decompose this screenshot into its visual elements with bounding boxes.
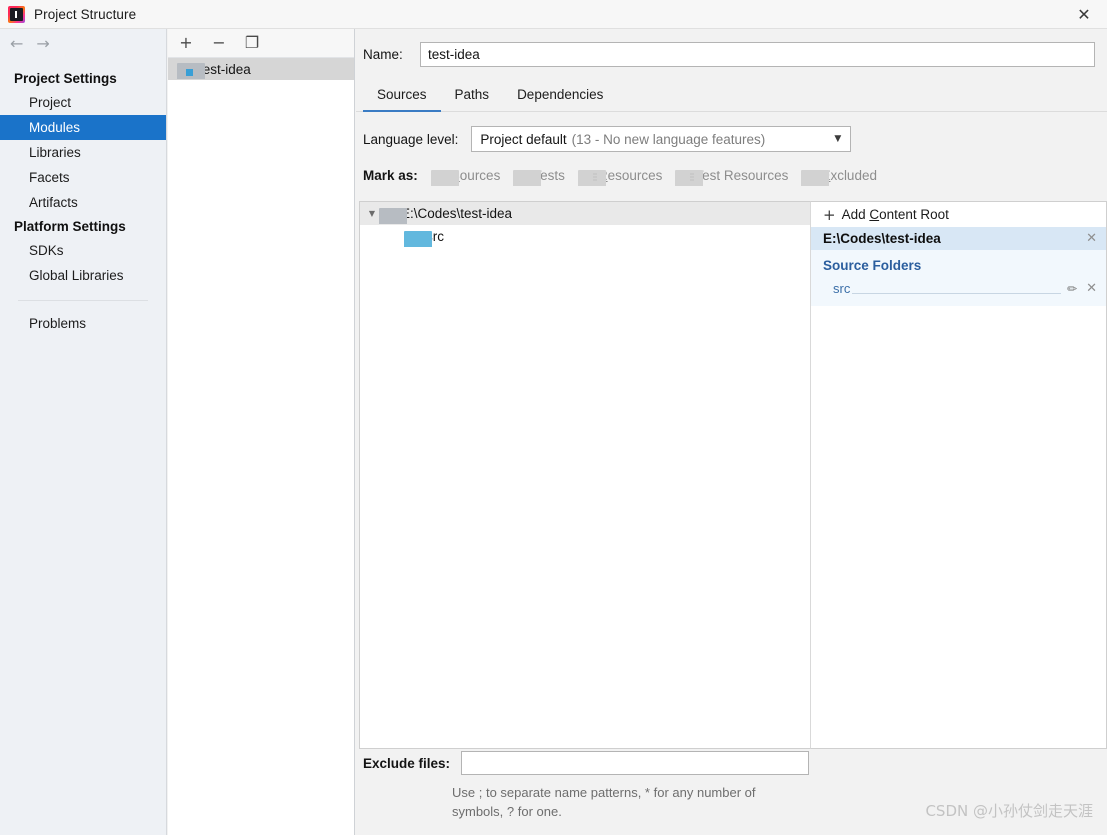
content-root-path: E:\Codes\test-idea — [823, 231, 941, 246]
sidebar-item-problems[interactable]: Problems — [0, 311, 166, 336]
name-label: Name: — [363, 47, 403, 62]
sidebar-item-artifacts[interactable]: Artifacts — [0, 190, 166, 215]
title-bar: Project Structure ✕ — [0, 0, 1107, 29]
sidebar-item-libraries[interactable]: Libraries — [0, 140, 166, 165]
forward-arrow-icon[interactable]: → — [36, 35, 49, 52]
folder-blue-icon — [404, 230, 432, 247]
mark-as-test-resources-label: est Resources — [702, 168, 789, 183]
intellij-idea-logo-icon — [8, 5, 25, 23]
mark-as-test-resources-button[interactable]: Test Resources — [675, 168, 789, 186]
window-title: Project Structure — [34, 6, 137, 22]
language-level-label: Language level: — [363, 131, 459, 147]
sidebar-item-global-libraries[interactable]: Global Libraries — [0, 263, 166, 288]
exclude-files-hint: Use ; to separate name patterns, * for a… — [452, 785, 756, 819]
sidebar-group-project-settings: Project Settings — [14, 71, 117, 86]
sidebar-divider — [18, 300, 148, 301]
tab-dependencies[interactable]: Dependencies — [503, 81, 617, 112]
remove-module-icon[interactable]: − — [211, 35, 227, 51]
language-level-select[interactable]: Project default (13 - No new language fe… — [471, 126, 852, 152]
chevron-down-icon: ▼ — [834, 134, 842, 144]
tree-root-label: E:\Codes\test-idea — [401, 206, 513, 221]
source-folder-name: src — [833, 281, 851, 296]
mark-as-label: Mark as: — [363, 168, 418, 183]
tab-paths[interactable]: Paths — [441, 81, 504, 112]
sources-split: ▼ E:\Codes\test-idea src + Add Content R… — [359, 201, 1107, 749]
module-list-item[interactable]: test-idea — [168, 58, 354, 80]
mark-as-excluded-label: xcluded — [830, 168, 877, 183]
module-name-input[interactable] — [420, 42, 1095, 67]
module-list-item-label: test-idea — [199, 61, 251, 77]
settings-sidebar: ← → Project Settings Project Modules Lib… — [0, 29, 167, 835]
folder-test-resources-icon — [675, 169, 704, 186]
mark-as-resources-button[interactable]: Resources — [577, 168, 663, 186]
content-root-row[interactable]: E:\Codes\test-idea ✕ — [811, 227, 1106, 250]
remove-content-root-icon[interactable]: ✕ — [1086, 231, 1097, 246]
exclude-files-row: Exclude files: — [359, 751, 1107, 775]
project-structure-dialog: Project Structure ✕ ← → Project Settings… — [0, 0, 1107, 835]
add-content-root-mnemonic: C — [869, 207, 880, 222]
mark-as-tests-label: ests — [540, 168, 565, 183]
module-icon — [177, 63, 205, 79]
plus-icon: + — [823, 205, 836, 224]
mark-as-tests-button[interactable]: Tests — [513, 168, 565, 186]
mark-as-sources-label: ources — [459, 168, 501, 183]
folder-gray-icon — [379, 207, 407, 224]
add-content-root-label-after: ontent Root — [879, 207, 949, 222]
mark-as-row: Mark as: Sources Tests Resources Test Re… — [356, 152, 1107, 196]
folder-resources-icon — [577, 169, 606, 186]
mark-as-sources-button[interactable]: Sources — [430, 168, 501, 186]
exclude-files-label: Exclude files: — [363, 755, 451, 771]
detail-tabs: Sources Paths Dependencies — [356, 67, 1107, 112]
navigation-arrows: ← → — [0, 29, 166, 58]
close-icon[interactable]: ✕ — [1061, 0, 1107, 29]
module-list-panel: + − ❐ test-idea — [168, 29, 355, 835]
sidebar-item-modules[interactable]: Modules — [0, 115, 166, 140]
watermark: CSDN @小孙仗剑走天涯 — [925, 802, 1093, 820]
source-folder-leader — [852, 293, 1062, 294]
source-folder-row[interactable]: src ✏ ✕ — [811, 278, 1106, 299]
exclude-files-input[interactable] — [461, 751, 810, 775]
remove-source-folder-icon[interactable]: ✕ — [1086, 281, 1097, 296]
folder-tests-icon — [513, 169, 542, 186]
chevron-down-icon[interactable]: ▼ — [365, 209, 379, 218]
source-folders-block: Source Folders src ✏ ✕ — [811, 250, 1106, 306]
mark-as-excluded-button[interactable]: Excluded — [801, 168, 877, 186]
name-row: Name: — [356, 29, 1107, 67]
content-root-tree: ▼ E:\Codes\test-idea src — [359, 201, 810, 749]
sidebar-group-platform-settings: Platform Settings — [14, 219, 126, 234]
add-module-icon[interactable]: + — [178, 35, 194, 51]
mark-as-resources-label: esources — [607, 168, 663, 183]
add-content-root-label-before: Add — [841, 207, 870, 222]
content-roots-panel: + Add Content Root E:\Codes\test-idea ✕ … — [810, 201, 1107, 749]
module-toolbar: + − ❐ — [168, 29, 354, 58]
language-level-value: Project default — [480, 131, 567, 147]
source-folders-title: Source Folders — [823, 258, 922, 273]
copy-module-icon[interactable]: ❐ — [244, 35, 260, 51]
edit-pencil-icon[interactable]: ✏ — [1067, 282, 1077, 296]
folder-excluded-icon — [801, 169, 830, 186]
module-detail-panel: Name: Sources Paths Dependencies Languag… — [356, 29, 1107, 835]
tree-row[interactable]: ▼ E:\Codes\test-idea — [360, 202, 810, 225]
sidebar-item-facets[interactable]: Facets — [0, 165, 166, 190]
add-content-root-button[interactable]: + Add Content Root — [811, 202, 1106, 227]
sidebar-list: Project Settings Project Modules Librari… — [0, 67, 166, 336]
folder-sources-icon — [430, 169, 459, 186]
sidebar-item-project[interactable]: Project — [0, 90, 166, 115]
language-level-row: Language level: Project default (13 - No… — [356, 112, 1107, 152]
tree-row[interactable]: src — [360, 225, 810, 248]
sidebar-item-sdks[interactable]: SDKs — [0, 238, 166, 263]
back-arrow-icon[interactable]: ← — [10, 35, 23, 52]
tab-sources[interactable]: Sources — [363, 81, 441, 112]
language-level-detail: (13 - No new language features) — [571, 131, 766, 147]
